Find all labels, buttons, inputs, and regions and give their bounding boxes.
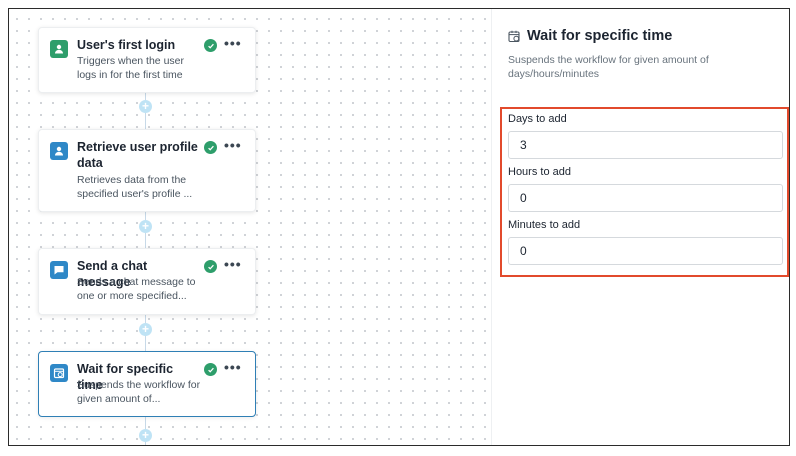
days-label: Days to add xyxy=(508,113,567,125)
workflow-canvas[interactable]: + + + + User's first login Triggers when… xyxy=(9,9,491,445)
more-options-icon[interactable]: ••• xyxy=(224,359,242,375)
add-step-button[interactable]: + xyxy=(139,220,152,233)
hours-label: Hours to add xyxy=(508,166,571,178)
hours-input[interactable]: 0 xyxy=(508,184,783,212)
workflow-node-wait-time[interactable]: Wait for specific time Suspends the work… xyxy=(38,351,256,417)
workflow-node-send-chat[interactable]: Send a chat message Sends a chat message… xyxy=(38,248,256,315)
minutes-label: Minutes to add xyxy=(508,219,581,231)
add-step-button[interactable]: + xyxy=(139,429,152,442)
more-options-icon[interactable]: ••• xyxy=(224,137,242,153)
days-input[interactable]: 3 xyxy=(508,131,783,159)
workflow-node-first-login[interactable]: User's first login Triggers when the use… xyxy=(38,27,256,93)
calendar-clock-icon xyxy=(508,30,520,42)
node-title: User's first login xyxy=(77,38,176,52)
add-step-button[interactable]: + xyxy=(139,323,152,336)
node-description: Triggers when the user logs in for the f… xyxy=(77,55,184,81)
user-icon xyxy=(50,40,68,58)
check-icon xyxy=(204,363,217,376)
workflow-node-retrieve-profile[interactable]: Retrieve user profile data Retrieves dat… xyxy=(38,129,256,212)
chat-icon xyxy=(50,261,68,279)
check-icon xyxy=(204,141,217,154)
calendar-clock-icon xyxy=(50,364,68,382)
more-options-icon[interactable]: ••• xyxy=(224,35,242,51)
check-icon xyxy=(204,39,217,52)
node-title: Retrieve user profile data xyxy=(77,140,198,170)
node-description: Suspends the workflow for given amount o… xyxy=(77,379,201,405)
panel-title: Wait for specific time xyxy=(527,28,673,44)
user-icon xyxy=(50,142,68,160)
add-step-button[interactable]: + xyxy=(139,100,152,113)
panel-header: Wait for specific time xyxy=(508,28,672,44)
panel-description: Suspends the workflow for given amount o… xyxy=(508,54,709,80)
more-options-icon[interactable]: ••• xyxy=(224,256,242,272)
minutes-input[interactable]: 0 xyxy=(508,237,783,265)
properties-panel: Wait for specific time Suspends the work… xyxy=(491,9,789,445)
check-icon xyxy=(204,260,217,273)
node-description: Sends a chat message to one or more spec… xyxy=(77,276,196,302)
node-description: Retrieves data from the specified user's… xyxy=(77,174,193,200)
app-frame: + + + + User's first login Triggers when… xyxy=(8,8,790,446)
